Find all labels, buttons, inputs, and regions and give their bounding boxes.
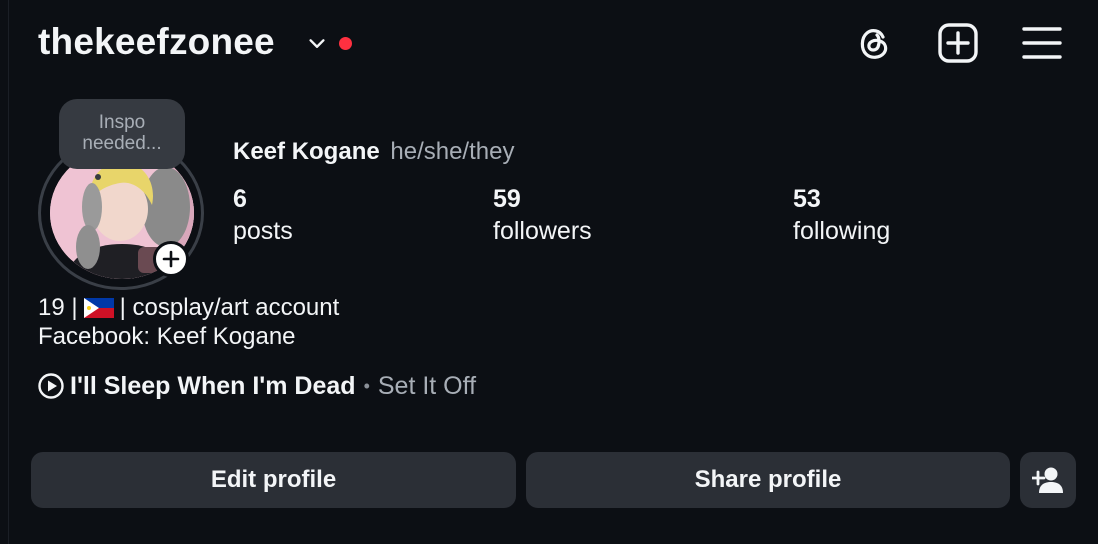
note-bubble-tail — [95, 174, 101, 180]
username-title[interactable]: thekeefzonee — [38, 20, 275, 64]
bio: 19 | | cosplay/art account Facebook: Kee… — [38, 293, 339, 351]
stat-followers[interactable]: 59 followers — [493, 184, 592, 248]
bio-line-2: Facebook: Keef Kogane — [38, 323, 296, 350]
pronouns: he/she/they — [390, 138, 515, 165]
discover-people-button[interactable] — [1020, 452, 1076, 508]
share-profile-button[interactable]: Share profile — [526, 452, 1010, 508]
new-post-icon[interactable] — [937, 22, 979, 64]
bio-age: 19 | — [38, 294, 78, 321]
play-icon — [38, 373, 64, 399]
stat-followers-label: followers — [493, 217, 592, 245]
add-story-button[interactable] — [153, 241, 189, 277]
menu-icon[interactable] — [1021, 22, 1063, 64]
chevron-down-icon[interactable] — [306, 33, 328, 55]
music-separator: • — [363, 376, 370, 396]
song-artist: Set It Off — [377, 372, 477, 400]
note-line-1: Inspo — [98, 112, 146, 133]
note-line-2: needed... — [82, 133, 162, 154]
stat-following-value: 53 — [793, 185, 821, 213]
notification-dot — [339, 37, 352, 50]
full-name: Keef Kogane — [233, 138, 380, 165]
profile-music[interactable]: I'll Sleep When I'm Dead • Set It Off — [38, 370, 476, 402]
stat-followers-value: 59 — [493, 185, 521, 213]
note-bubble[interactable]: Inspo needed... — [59, 99, 185, 169]
divider — [8, 0, 9, 544]
philippines-flag-icon — [83, 297, 114, 318]
bio-description: | cosplay/art account — [119, 294, 340, 321]
plus-icon — [162, 250, 180, 268]
stat-posts-label: posts — [233, 217, 293, 245]
stat-posts-value: 6 — [233, 185, 247, 213]
stat-following-label: following — [793, 217, 891, 245]
profile-page: thekeefzonee Inspo needed... Keef Kogane… — [0, 0, 1098, 544]
name-row: Keef Kogane he/she/they — [233, 137, 514, 167]
add-person-icon — [1032, 467, 1063, 493]
bio-line-1: 19 | | cosplay/art account — [38, 293, 339, 322]
threads-icon[interactable] — [853, 22, 895, 64]
song-title: I'll Sleep When I'm Dead — [70, 372, 356, 400]
stat-posts[interactable]: 6 posts — [233, 184, 293, 248]
stat-following[interactable]: 53 following — [793, 184, 890, 248]
edit-profile-button[interactable]: Edit profile — [31, 452, 516, 508]
